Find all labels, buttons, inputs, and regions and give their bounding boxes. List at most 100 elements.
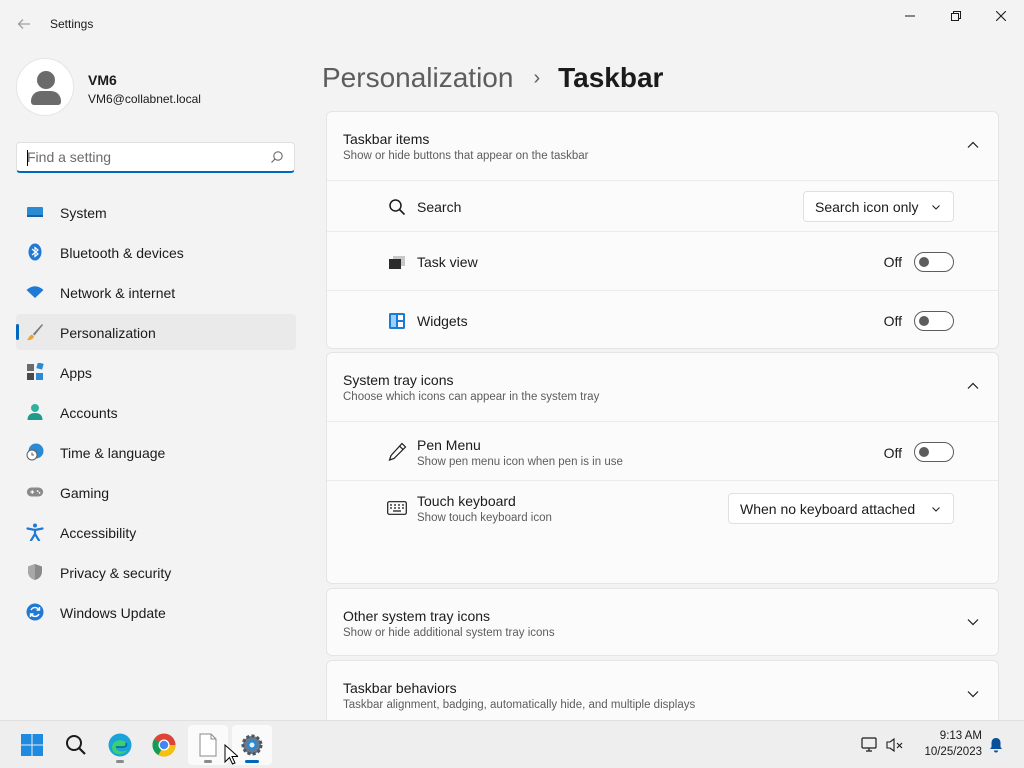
sidebar-item-windows-update[interactable]: Windows Update: [16, 594, 296, 630]
breadcrumb-parent[interactable]: Personalization: [322, 62, 513, 94]
speaker-muted-icon[interactable]: [886, 737, 904, 753]
section-title: Taskbar behaviors: [343, 680, 457, 696]
sidebar-item-label: Time & language: [60, 445, 166, 461]
sidebar-item-bluetooth[interactable]: Bluetooth & devices: [16, 234, 296, 270]
task-view-toggle[interactable]: [914, 252, 954, 272]
pen-menu-toggle[interactable]: [914, 442, 954, 462]
sidebar-item-label: Accessibility: [60, 525, 137, 541]
taskbar-behaviors-card[interactable]: Taskbar behaviors Taskbar alignment, bad…: [326, 660, 999, 728]
accessibility-icon: [26, 523, 44, 541]
wifi-icon: [26, 283, 44, 301]
touch-keyboard-setting-row: Touch keyboard Show touch keyboard icon …: [327, 480, 998, 535]
chrome-icon: [152, 733, 176, 757]
apps-icon: [26, 363, 44, 381]
sidebar-item-label: System: [60, 205, 107, 221]
avatar: [16, 58, 74, 116]
sidebar-item-label: Gaming: [60, 485, 110, 501]
text-caret: [27, 150, 28, 166]
search-icon[interactable]: [270, 150, 284, 164]
sidebar-item-apps[interactable]: Apps: [16, 354, 296, 390]
sidebar-item-time-language[interactable]: Time & language: [16, 434, 296, 470]
sidebar-item-label: Bluetooth & devices: [60, 245, 184, 261]
search-input[interactable]: [27, 149, 257, 165]
system-tray-icons-card: System tray icons Choose which icons can…: [326, 352, 999, 584]
sidebar-item-gaming[interactable]: Gaming: [16, 474, 296, 510]
maximize-button[interactable]: [933, 0, 979, 32]
system-tray-icons-header[interactable]: System tray icons Choose which icons can…: [327, 353, 998, 421]
minimize-button[interactable]: [887, 0, 933, 32]
search-mode-dropdown[interactable]: Search icon only: [803, 191, 954, 222]
sidebar-item-label: Accounts: [60, 405, 118, 421]
chevron-down-icon: [932, 507, 940, 512]
display-icon[interactable]: [861, 737, 879, 753]
sidebar-nav: System Bluetooth & devices Network & int…: [16, 194, 296, 634]
start-icon: [21, 734, 43, 756]
sidebar-item-label: Windows Update: [60, 605, 166, 621]
clock-date[interactable]: 10/25/2023: [906, 746, 982, 758]
taskbar-notepad[interactable]: [188, 725, 228, 765]
sidebar-item-network[interactable]: Network & internet: [16, 274, 296, 310]
chevron-down-icon: [932, 205, 940, 210]
breadcrumb: Personalization › Taskbar: [322, 58, 663, 98]
taskbar-search-button[interactable]: [56, 725, 96, 765]
taskbar-items-header[interactable]: Taskbar items Show or hide buttons that …: [327, 112, 998, 180]
task-view-icon: [387, 252, 407, 272]
taskbar: 9:13 AM 10/25/2023: [0, 720, 1024, 768]
system-icon: [26, 203, 44, 221]
task-view-label: Task view: [417, 254, 478, 270]
sidebar-item-label: Personalization: [60, 325, 156, 341]
touch-keyboard-description: Show touch keyboard icon: [417, 512, 552, 524]
taskbar-edge[interactable]: [100, 725, 140, 765]
pen-menu-description: Show pen menu icon when pen is in use: [417, 456, 623, 468]
chevron-up-icon[interactable]: [966, 138, 980, 152]
dropdown-value: Search icon only: [815, 199, 919, 215]
sidebar-item-system[interactable]: System: [16, 194, 296, 230]
user-name: VM6: [88, 72, 117, 88]
task-view-setting-row: Task view Off: [327, 231, 998, 291]
back-button[interactable]: [10, 12, 38, 36]
sidebar-item-accessibility[interactable]: Accessibility: [16, 514, 296, 550]
pen-menu-setting-row: Pen Menu Show pen menu icon when pen is …: [327, 421, 998, 481]
chevron-down-icon[interactable]: [966, 687, 980, 701]
shield-icon: [26, 563, 44, 581]
section-title: Taskbar items: [343, 131, 430, 147]
widgets-icon: [387, 311, 407, 331]
pen-menu-label: Pen Menu: [417, 437, 481, 453]
notification-bell-icon[interactable]: [989, 737, 1003, 753]
edge-icon: [108, 733, 132, 757]
user-profile[interactable]: VM6 VM6@collabnet.local: [16, 58, 306, 118]
dropdown-value: When no keyboard attached: [740, 501, 916, 517]
chevron-down-icon[interactable]: [966, 615, 980, 629]
start-button[interactable]: [12, 725, 52, 765]
widgets-toggle[interactable]: [914, 311, 954, 331]
restore-icon: [951, 11, 961, 21]
close-icon: [996, 11, 1006, 21]
breadcrumb-separator: ›: [533, 66, 541, 89]
update-icon: [26, 603, 44, 621]
accounts-icon: [26, 403, 44, 421]
sidebar-item-privacy-security[interactable]: Privacy & security: [16, 554, 296, 590]
chevron-up-icon[interactable]: [966, 379, 980, 393]
taskbar-settings[interactable]: [232, 725, 272, 765]
settings-search[interactable]: [16, 142, 295, 173]
close-button[interactable]: [978, 0, 1024, 32]
taskbar-items-card: Taskbar items Show or hide buttons that …: [326, 111, 999, 349]
search-label: Search: [417, 199, 462, 215]
sidebar-item-label: Privacy & security: [60, 565, 172, 581]
taskbar-chrome[interactable]: [144, 725, 184, 765]
section-title: System tray icons: [343, 372, 454, 388]
title-bar: Settings: [0, 0, 1024, 48]
touch-keyboard-dropdown[interactable]: When no keyboard attached: [728, 493, 954, 524]
minimize-icon: [905, 15, 915, 17]
user-email: VM6@collabnet.local: [88, 92, 201, 106]
sidebar-item-accounts[interactable]: Accounts: [16, 394, 296, 430]
section-description: Show or hide additional system tray icon…: [343, 627, 555, 639]
time-language-icon: [26, 443, 44, 461]
sidebar-item-personalization[interactable]: Personalization: [16, 314, 296, 350]
toggle-state-text: Off: [883, 445, 902, 461]
mouse-cursor-icon: [224, 744, 238, 765]
settings-icon: [241, 734, 263, 756]
other-tray-icons-card[interactable]: Other system tray icons Show or hide add…: [326, 588, 999, 656]
clock-time[interactable]: 9:13 AM: [916, 730, 982, 742]
search-icon: [66, 735, 86, 755]
